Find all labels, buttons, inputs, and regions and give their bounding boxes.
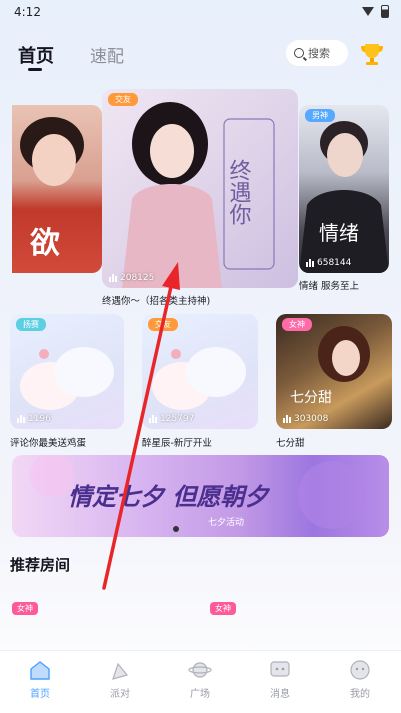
audio-bars-icon (149, 415, 157, 423)
bottom-nav: 首页 派对 广场 消息 我的 (0, 650, 401, 713)
tab-indicator (28, 68, 42, 71)
room-tag: 交友 (148, 318, 178, 331)
trophy-icon[interactable] (358, 40, 386, 68)
search-button[interactable]: 搜索 (286, 40, 348, 66)
nav-messages[interactable]: 消息 (250, 659, 310, 700)
room-tag: 男神 (305, 109, 335, 122)
room-cover-image: 欲 (20, 117, 84, 261)
view-count: 208125 (109, 273, 154, 283)
tab-match[interactable]: 速配 (90, 42, 124, 67)
cover-art-text: 欲 (29, 226, 60, 261)
view-count: 1196 (17, 414, 51, 424)
room-tag: 女神 (12, 602, 38, 615)
cover-art-text: 终遇你 (226, 159, 252, 225)
party-icon (112, 662, 129, 680)
room-cover-image (20, 347, 114, 410)
room-title: 七分甜 (276, 438, 305, 449)
promo-banner[interactable]: 情定七夕 但愿朝夕 七夕活动 (12, 455, 389, 537)
cover-art-text: 七分甜 (290, 390, 332, 406)
audio-bars-icon (109, 274, 117, 282)
room-cover-image (152, 347, 246, 410)
room-title: 终遇你～（招各类主持神) (102, 296, 211, 307)
room-card[interactable]: 七分甜 女神 303008 (276, 314, 392, 429)
room-title: 醉星辰-新厅开业 (142, 438, 212, 449)
carousel-card-left[interactable]: 欲 (12, 105, 102, 273)
room-card[interactable]: 扬赛 1196 (10, 314, 124, 429)
room-title: 评论你最美送鸡蛋 (10, 438, 87, 449)
banner-title: 情定七夕 但愿朝夕 (68, 482, 270, 511)
audio-bars-icon (17, 415, 25, 423)
tab-home[interactable]: 首页 (18, 42, 54, 68)
view-count: 303008 (283, 414, 328, 424)
room-tag: 女神 (210, 602, 236, 615)
room-title: 情绪 服务至上 (299, 281, 360, 292)
audio-bars-icon (306, 259, 314, 267)
audio-bars-icon (283, 415, 291, 423)
search-label: 搜索 (308, 47, 330, 60)
wifi-icon (361, 6, 375, 18)
recommend-title: 推荐房间 (10, 556, 71, 574)
room-cover-image: 七分甜 (290, 326, 370, 406)
banner-page-indicator (173, 526, 179, 532)
status-bar: 4:12 (0, 0, 401, 24)
battery-icon (381, 5, 389, 18)
nav-square[interactable]: 广场 (170, 659, 230, 700)
view-count: 125797 (149, 414, 194, 424)
room-cover-image: 终遇你 (122, 102, 275, 288)
room-tag: 扬赛 (16, 318, 46, 331)
search-icon (294, 48, 304, 58)
cover-art-text: 情绪 (319, 221, 359, 245)
nav-party[interactable]: 派对 (90, 659, 150, 700)
system-icons (361, 5, 389, 18)
room-cover-image: 情绪 (299, 121, 389, 273)
room-card[interactable]: 交友 125797 (142, 314, 258, 429)
top-bar: 首页 速配 搜索 (0, 30, 401, 80)
planet-icon (188, 662, 212, 678)
profile-icon (350, 660, 370, 680)
carousel-card-main[interactable]: 终遇你 交友 208125 (102, 89, 298, 288)
carousel-card-right[interactable]: 情绪 男神 658144 (299, 105, 389, 273)
status-time: 4:12 (14, 5, 41, 19)
nav-profile[interactable]: 我的 (330, 659, 390, 700)
room-tag: 交友 (108, 93, 138, 106)
room-tag: 女神 (282, 318, 312, 331)
banner-subtitle: 七夕活动 (208, 516, 244, 528)
nav-home[interactable]: 首页 (10, 659, 70, 700)
view-count: 658144 (306, 258, 351, 268)
home-icon (30, 661, 50, 680)
banner-image: 情定七夕 但愿朝夕 七夕活动 (30, 455, 366, 529)
message-icon (270, 661, 290, 677)
